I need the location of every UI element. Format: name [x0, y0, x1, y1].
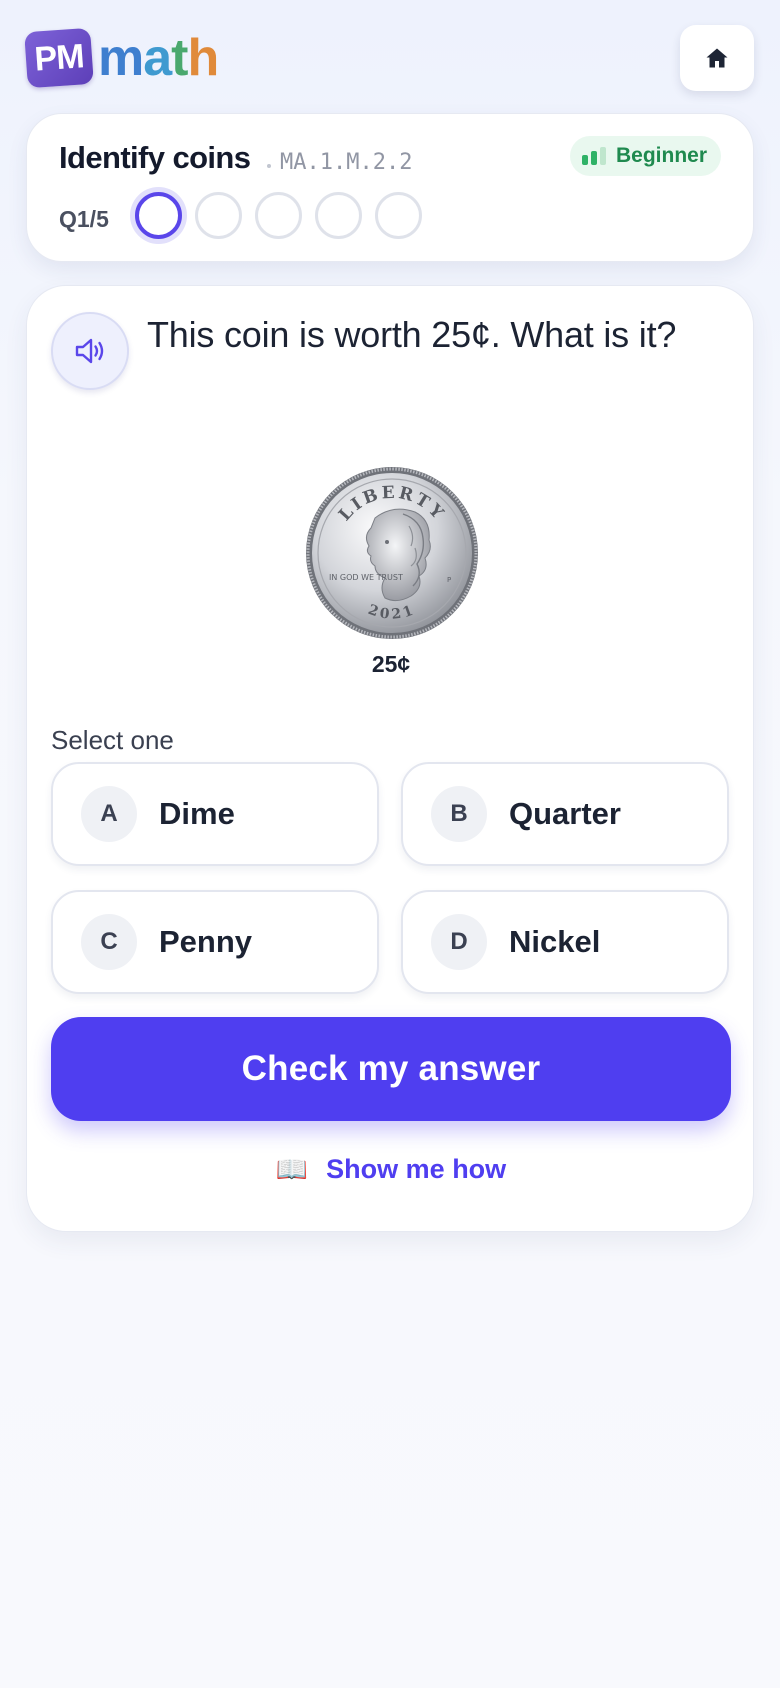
progress-dot — [315, 192, 362, 239]
option-letter: B — [431, 786, 487, 842]
separator-dot — [267, 164, 271, 168]
progress-dot — [375, 192, 422, 239]
coin-value-caption: 25¢ — [371, 651, 411, 677]
read-aloud-button[interactable] — [51, 312, 129, 390]
progress-indicator — [135, 192, 422, 239]
answer-option-c[interactable]: C Penny — [51, 890, 379, 994]
coin-motto: IN GOD WE TRUST — [329, 573, 403, 582]
level-badge: Beginner — [569, 136, 721, 176]
answer-option-a[interactable]: A Dime — [51, 762, 379, 866]
logo-letter: m — [98, 29, 144, 87]
home-button[interactable] — [680, 25, 754, 91]
signal-bars-icon — [581, 147, 606, 165]
option-label: Nickel — [509, 924, 601, 959]
option-letter: C — [81, 914, 137, 970]
question-text: This coin is worth 25¢. What is it? — [147, 314, 677, 355]
option-letter: A — [81, 786, 137, 842]
logo-letter: h — [187, 29, 220, 87]
show-me-how-link[interactable]: 📖 Show me how — [27, 1154, 755, 1185]
app-logo: PM math — [24, 27, 220, 89]
progress-dot — [195, 192, 242, 239]
question-card: This coin is worth 25¢. What is it? LIBE… — [26, 285, 754, 1232]
standard-code: MA.1.M.2.2 — [280, 150, 413, 175]
topic-card: Identify coins MA.1.M.2.2 Beginner Q1/5 — [26, 113, 754, 262]
option-label: Dime — [159, 796, 235, 831]
level-label: Beginner — [615, 144, 707, 167]
select-instruction: Select one — [51, 725, 174, 755]
topic-title: Identify coins — [59, 140, 251, 175]
coin-image: LIBERTY IN GOD WE TRUST P 2021 — [305, 466, 479, 640]
progress-dot-current — [135, 192, 182, 239]
logo-letter: t — [171, 29, 188, 87]
coin-mint-mark: P — [447, 576, 451, 584]
option-label: Quarter — [509, 796, 621, 831]
speaker-icon — [75, 338, 104, 364]
option-label: Penny — [159, 924, 253, 959]
book-icon: 📖 — [275, 1154, 309, 1184]
logo-letter: a — [143, 29, 172, 87]
check-answer-button[interactable]: Check my answer — [51, 1017, 731, 1121]
logo-badge: PM — [24, 27, 94, 89]
progress-dot — [255, 192, 302, 239]
option-letter: D — [431, 914, 487, 970]
show-me-how-label: Show me how — [326, 1154, 507, 1184]
logo-wordmark: math — [98, 29, 220, 87]
question-counter: Q1/5 — [59, 206, 109, 232]
answer-option-d[interactable]: D Nickel — [401, 890, 729, 994]
answer-option-b[interactable]: B Quarter — [401, 762, 729, 866]
home-icon — [706, 48, 728, 68]
